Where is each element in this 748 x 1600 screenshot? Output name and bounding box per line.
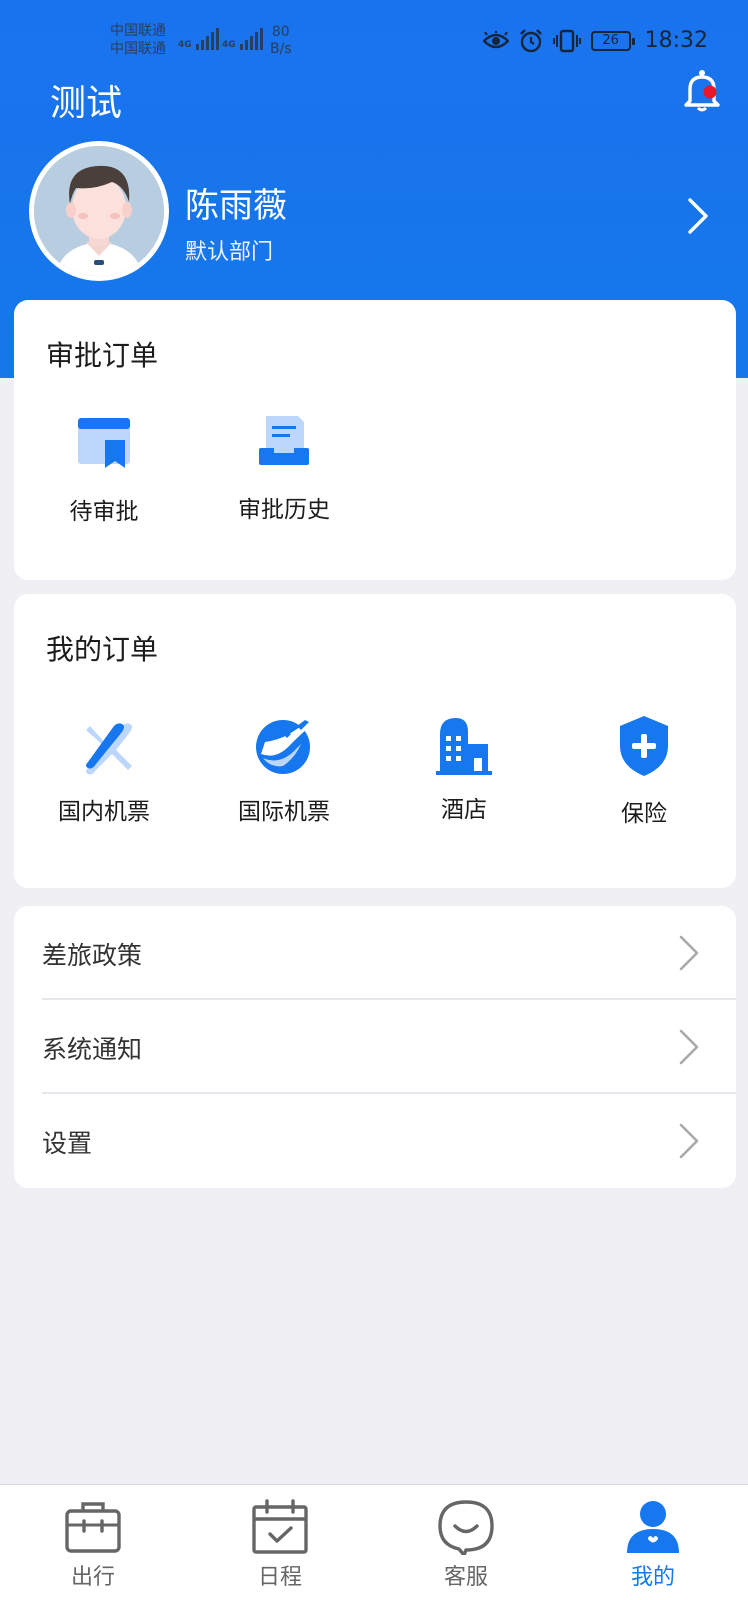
carrier-1: 中国联通 xyxy=(110,23,166,39)
approval-card-title: 审批订单 xyxy=(46,339,159,372)
status-icons: 26 18:32 xyxy=(482,28,708,53)
insurance-item[interactable]: 保险 xyxy=(574,714,714,828)
chevron-right-icon xyxy=(679,935,699,971)
app-title: 测试 xyxy=(50,83,123,124)
insurance-shield-icon xyxy=(620,716,668,776)
briefcase-icon xyxy=(65,1502,121,1553)
battery-level: 26 xyxy=(602,32,619,48)
domestic-flight-item[interactable]: 国内机票 xyxy=(34,714,174,826)
pending-approval-icon xyxy=(78,418,130,468)
pending-approval-label: 待审批 xyxy=(69,499,139,525)
approval-history-label: 审批历史 xyxy=(238,497,330,523)
tab-customer-service[interactable]: 客服 xyxy=(406,1485,526,1600)
domestic-flight-label: 国内机票 xyxy=(58,799,150,825)
chevron-right-icon xyxy=(679,1123,699,1159)
pending-approval-item[interactable]: 待审批 xyxy=(34,414,174,526)
approval-history-icon xyxy=(259,416,309,465)
approval-history-item[interactable]: 审批历史 xyxy=(214,414,354,524)
tab-schedule-label: 日程 xyxy=(257,1565,302,1590)
my-orders-card: 我的订单 国内机票 国际机票 酒店 保险 xyxy=(14,594,736,888)
notification-bell-icon[interactable] xyxy=(682,68,722,112)
network-type-2: 4G xyxy=(222,40,236,50)
eye-comfort-icon xyxy=(482,30,509,48)
network-speed-value: 80 xyxy=(271,24,290,40)
tab-customer-service-label: 客服 xyxy=(443,1565,488,1590)
domestic-flight-icon xyxy=(86,723,132,775)
user-name[interactable]: 陈雨薇 xyxy=(185,178,287,227)
avatar[interactable] xyxy=(29,141,169,281)
settings-menu-card: 差旅政策 系统通知 设置 xyxy=(14,906,736,1188)
chat-smile-icon xyxy=(438,1500,494,1555)
battery-icon: 26 xyxy=(590,30,635,51)
international-flight-item[interactable]: 国际机票 xyxy=(214,714,354,826)
network-speed: 80 B/s xyxy=(270,24,292,58)
profile-chevron-right-icon[interactable] xyxy=(686,196,710,236)
vibrate-icon xyxy=(552,29,581,52)
tab-schedule[interactable]: 日程 xyxy=(220,1485,340,1600)
menu-item-label: 差旅政策 xyxy=(42,941,143,970)
user-department: 默认部门 xyxy=(185,240,274,265)
approval-orders-card: 审批订单 待审批 审批历史 xyxy=(14,300,736,580)
calendar-icon xyxy=(252,1499,308,1554)
status-bar: 中国联通 中国联通 4G 4G 80 B/s 26 18:32 xyxy=(0,0,748,70)
status-time: 18:32 xyxy=(644,28,708,53)
menu-item-system-notifications[interactable]: 系统通知 xyxy=(14,1000,736,1092)
tab-mine-label: 我的 xyxy=(630,1565,675,1590)
hotel-item[interactable]: 酒店 xyxy=(394,714,534,824)
hotel-icon xyxy=(436,718,492,775)
network-speed-unit: B/s xyxy=(270,41,292,57)
menu-item-label: 设置 xyxy=(42,1129,93,1158)
avatar-portrait-icon xyxy=(34,146,164,276)
network-type-1: 4G xyxy=(178,40,192,50)
menu-item-settings[interactable]: 设置 xyxy=(14,1094,736,1186)
tab-travel-label: 出行 xyxy=(70,1565,115,1590)
alarm-clock-icon xyxy=(519,28,542,52)
carrier-2: 中国联通 xyxy=(110,41,166,57)
international-flight-label: 国际机票 xyxy=(238,799,330,825)
carrier-info: 中国联通 中国联通 xyxy=(110,22,166,58)
international-flight-icon xyxy=(256,720,313,774)
tab-mine[interactable]: 我的 xyxy=(593,1485,713,1600)
menu-item-label: 系统通知 xyxy=(42,1035,143,1064)
signal-strength-1-icon: 4G xyxy=(178,28,219,50)
insurance-label: 保险 xyxy=(621,801,667,827)
notification-dot xyxy=(703,85,717,99)
orders-card-title: 我的订单 xyxy=(46,633,159,666)
signal-strength-2-icon: 4G xyxy=(222,28,263,50)
hotel-label: 酒店 xyxy=(441,797,487,823)
user-icon xyxy=(627,1501,679,1553)
menu-item-travel-policy[interactable]: 差旅政策 xyxy=(14,906,736,998)
chevron-right-icon xyxy=(679,1029,699,1065)
bottom-tab-bar: 出行 日程 客服 我的 xyxy=(0,1484,748,1600)
tab-travel[interactable]: 出行 xyxy=(33,1485,153,1600)
